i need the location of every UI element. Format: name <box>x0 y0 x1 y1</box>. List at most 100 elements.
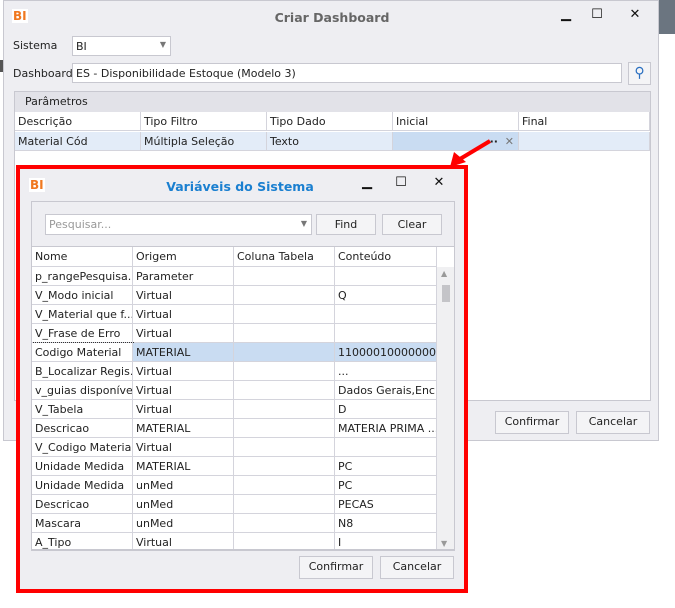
clear-icon[interactable]: ✕ <box>505 132 514 150</box>
scroll-thumb[interactable] <box>442 285 450 302</box>
sistema-select[interactable]: BI ▼ <box>72 36 171 56</box>
cell-nome: V_Modo inicial <box>32 286 133 305</box>
cell-conteudo: PECAS <box>335 495 437 514</box>
cell-conteudo: ... <box>335 362 437 381</box>
popup-cancel-button[interactable]: Cancelar <box>380 556 454 579</box>
cell-nome: V_Frase de Erro <box>32 324 133 343</box>
close-button[interactable]: ✕ <box>625 7 645 22</box>
cell-coluna-tabela <box>234 533 335 549</box>
group-title: Parâmetros <box>15 92 650 112</box>
cell-nome: V_Codigo Materia... <box>32 438 133 457</box>
cell-origem: Virtual <box>133 286 234 305</box>
cell-nome: Unidade Medida <box>32 457 133 476</box>
cell-origem: Virtual <box>133 362 234 381</box>
sistema-label: Sistema <box>13 39 58 52</box>
col-coluna-tabela[interactable]: Coluna Tabela <box>234 247 335 267</box>
cell-nome: V_Material que f... <box>32 305 133 324</box>
cell-origem: Virtual <box>133 324 234 343</box>
col-inicial[interactable]: Inicial <box>393 112 519 131</box>
cell-coluna-tabela <box>234 495 335 514</box>
cell-coluna-tabela <box>234 324 335 343</box>
cell-conteudo: MATERIA PRIMA ... <box>335 419 437 438</box>
cell-conteudo <box>335 324 437 343</box>
app-logo: BI <box>12 9 28 23</box>
cell-origem: Parameter <box>133 267 234 286</box>
dashboard-label: Dashboard <box>13 67 73 80</box>
cell-conteudo: Q <box>335 286 437 305</box>
cell-conteudo: N8 <box>335 514 437 533</box>
cell-origem: Virtual <box>133 533 234 549</box>
popup-confirm-button[interactable]: Confirmar <box>299 556 373 579</box>
minimize-button[interactable]: ▁ <box>556 7 576 22</box>
clear-button[interactable]: Clear <box>382 214 442 235</box>
cell-descricao: Material Cód <box>15 132 141 151</box>
chevron-down-icon[interactable]: ▼ <box>301 219 307 228</box>
cell-origem: Virtual <box>133 400 234 419</box>
background-window-edge <box>659 0 675 34</box>
cell-conteudo: Dados Gerais,Enc... <box>335 381 437 400</box>
cell-coluna-tabela <box>234 514 335 533</box>
popup-logo: BI <box>29 178 45 192</box>
cell-nome: p_rangePesquisa... <box>32 267 133 286</box>
cell-nome: Descricao <box>32 495 133 514</box>
col-tipo-dado[interactable]: Tipo Dado <box>267 112 393 131</box>
cell-coluna-tabela <box>234 343 335 362</box>
cell-conteudo: D <box>335 400 437 419</box>
cell-conteudo: PC <box>335 457 437 476</box>
cell-conteudo: 11000010000000... <box>335 343 437 362</box>
cell-nome: B_Localizar Regis... <box>32 362 133 381</box>
cell-coluna-tabela <box>234 419 335 438</box>
cell-nome: Descricao <box>32 419 133 438</box>
vertical-scrollbar[interactable]: ▲ ▼ <box>437 267 454 549</box>
scroll-up-icon[interactable]: ▲ <box>441 269 447 278</box>
scroll-down-icon[interactable]: ▼ <box>441 539 447 548</box>
cell-coluna-tabela <box>234 400 335 419</box>
cell-coluna-tabela <box>234 381 335 400</box>
variaveis-sistema-dialog: BI Variáveis do Sistema ▁ ☐ ✕ Pesquisar.… <box>16 165 468 593</box>
search-placeholder: Pesquisar... <box>49 218 112 231</box>
cell-coluna-tabela <box>234 267 335 286</box>
cell-nome: Mascara <box>32 514 133 533</box>
popup-maximize-button[interactable]: ☐ <box>391 175 411 190</box>
popup-minimize-button[interactable]: ▁ <box>357 175 377 190</box>
cell-conteudo: PC <box>335 476 437 495</box>
search-button[interactable]: ⚲ <box>628 62 651 85</box>
col-final[interactable]: Final <box>519 112 650 131</box>
cell-conteudo <box>335 267 437 286</box>
cell-coluna-tabela <box>234 305 335 324</box>
cell-coluna-tabela <box>234 476 335 495</box>
cell-origem: MATERIAL <box>133 457 234 476</box>
cancel-button[interactable]: Cancelar <box>576 411 650 434</box>
col-descricao[interactable]: Descrição <box>15 112 141 131</box>
popup-close-button[interactable]: ✕ <box>429 175 449 190</box>
col-tipo-filtro[interactable]: Tipo Filtro <box>141 112 267 131</box>
confirm-button[interactable]: Confirmar <box>495 411 569 434</box>
cell-origem: unMed <box>133 495 234 514</box>
dashboard-input[interactable]: ES - Disponibilidade Estoque (Modelo 3) <box>72 63 622 83</box>
maximize-button[interactable]: ☐ <box>587 7 607 22</box>
cell-coluna-tabela <box>234 286 335 305</box>
variables-grid: Nome Origem Coluna Tabela Conteúdo p_rangeP… <box>31 246 455 550</box>
cell-coluna-tabela <box>234 362 335 381</box>
cell-origem: MATERIAL <box>133 419 234 438</box>
cell-origem: unMed <box>133 476 234 495</box>
search-icon: ⚲ <box>634 65 645 81</box>
popup-title: Variáveis do Sistema <box>166 179 314 194</box>
cell-nome: Unidade Medida <box>32 476 133 495</box>
cell-nome: V_Tabela <box>32 400 133 419</box>
col-origem[interactable]: Origem <box>133 247 234 267</box>
cell-coluna-tabela <box>234 457 335 476</box>
find-button[interactable]: Find <box>316 214 376 235</box>
col-nome[interactable]: Nome <box>32 247 133 267</box>
cell-tipo-filtro: Múltipla Seleção <box>141 132 267 151</box>
col-conteudo[interactable]: Conteúdo <box>335 247 437 267</box>
window-title: Criar Dashboard <box>274 10 390 25</box>
search-input[interactable]: Pesquisar... ▼ <box>45 214 312 235</box>
cell-conteudo <box>335 305 437 324</box>
cell-nome: v_guias disponíveis <box>32 381 133 400</box>
cell-conteudo: I <box>335 533 437 549</box>
cell-nome: A_Tipo <box>32 533 133 549</box>
cell-coluna-tabela <box>234 438 335 457</box>
cell-origem: Virtual <box>133 381 234 400</box>
cell-nome: Codigo Material <box>32 342 134 363</box>
